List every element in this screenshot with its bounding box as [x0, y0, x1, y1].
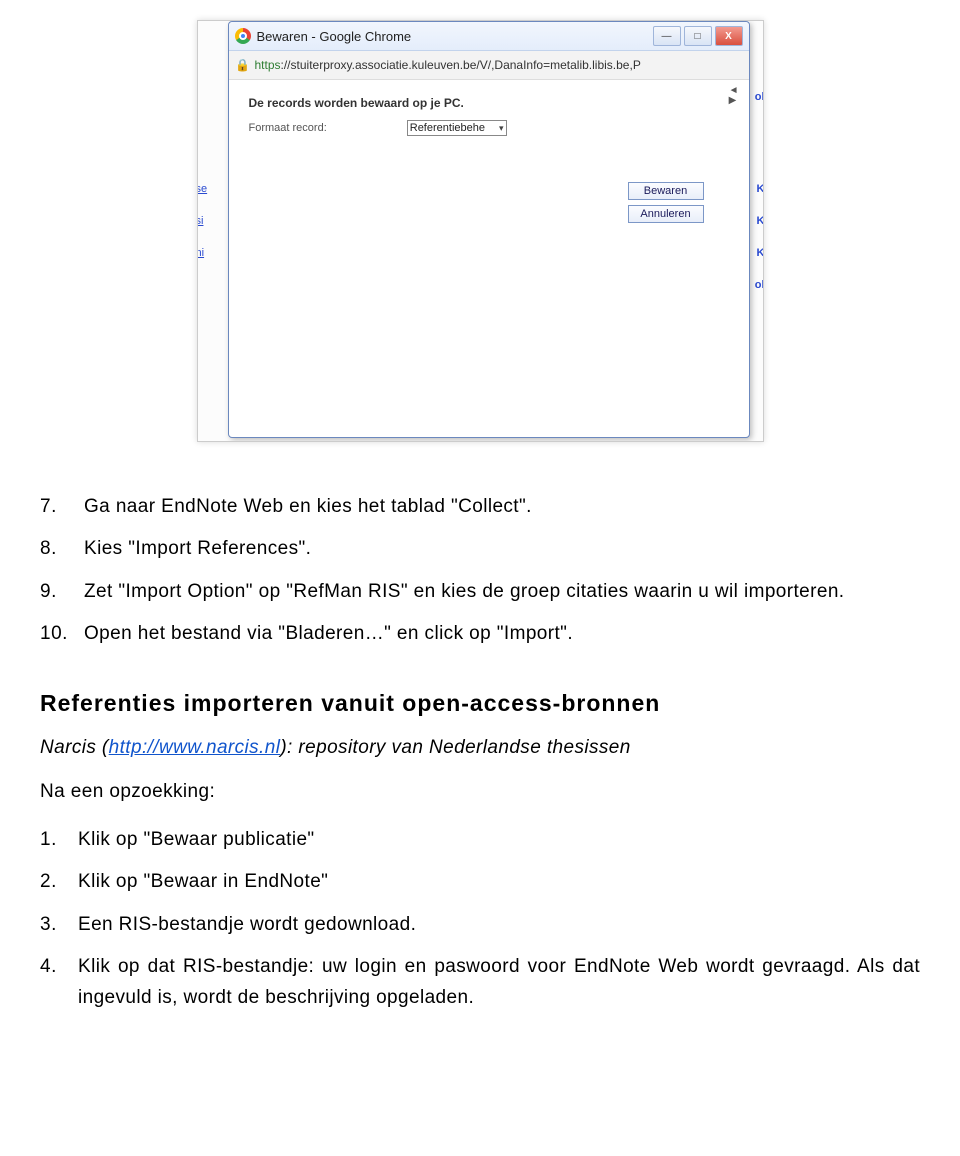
item-text: Zet "Import Option" op "RefMan RIS" en k… [84, 577, 844, 607]
bg-text: si [197, 215, 204, 227]
address-bar[interactable]: 🔒 https://stuiterproxy.associatie.kuleuv… [229, 51, 749, 80]
item-text: Ga naar EndNote Web en kies het tablad "… [84, 492, 532, 522]
item-number: 2. [40, 867, 78, 897]
url-text: https://stuiterproxy.associatie.kuleuven… [255, 58, 641, 72]
item-text: Klik op dat RIS-bestandje: uw login en p… [78, 952, 920, 1013]
item-number: 1. [40, 825, 78, 855]
item-number: 8. [40, 534, 84, 564]
item-text: Kies "Import References". [84, 534, 311, 564]
after-search-label: Na een opzoekking: [40, 777, 920, 807]
bg-text: K [757, 215, 764, 227]
minimize-button[interactable]: — [653, 26, 681, 46]
item-number: 10. [40, 619, 84, 649]
window-title: Bewaren - Google Chrome [257, 29, 653, 44]
bg-text: se [197, 183, 208, 195]
bg-text: K [757, 247, 764, 259]
info-message: De records worden bewaard op je PC. [249, 96, 729, 110]
titlebar: Bewaren - Google Chrome — □ X [229, 22, 749, 51]
embedded-screenshot: ol K K K ol se si ni Bewaren - Google Ch… [197, 20, 764, 442]
item-number: 4. [40, 952, 78, 1013]
item-text: Klik op "Bewaar in EndNote" [78, 867, 328, 897]
bg-text: ol [755, 279, 764, 291]
popup-window: Bewaren - Google Chrome — □ X 🔒 https://… [228, 21, 750, 438]
lock-icon: 🔒 [237, 59, 249, 71]
save-button[interactable]: Bewaren [628, 182, 704, 200]
narcis-line: Narcis (http://www.narcis.nl): repositor… [40, 737, 920, 759]
bg-text: ol [755, 91, 764, 103]
close-button[interactable]: X [715, 26, 743, 46]
item-text: Klik op "Bewaar publicatie" [78, 825, 315, 855]
chevron-down-icon: ▾ [499, 123, 504, 134]
format-label: Formaat record: [249, 122, 327, 134]
bg-text: ni [197, 247, 205, 259]
bg-text: K [757, 183, 764, 195]
item-number: 7. [40, 492, 84, 522]
item-number: 3. [40, 910, 78, 940]
chrome-icon [235, 28, 251, 44]
section-heading: Referenties importeren vanuit open-acces… [40, 690, 920, 717]
instruction-list-2: 1.Klik op "Bewaar publicatie" 2.Klik op … [40, 825, 920, 1013]
item-text: Open het bestand via "Bladeren…" en clic… [84, 619, 573, 649]
item-number: 9. [40, 577, 84, 607]
nav-arrows[interactable]: ◄ ▶ [729, 86, 739, 106]
instruction-list-1: 7.Ga naar EndNote Web en kies het tablad… [40, 492, 920, 650]
maximize-button[interactable]: □ [684, 26, 712, 46]
cancel-button[interactable]: Annuleren [628, 205, 704, 223]
format-select[interactable]: Referentiebehe▾ [407, 120, 507, 136]
narcis-link[interactable]: http://www.narcis.nl [109, 737, 281, 758]
item-text: Een RIS-bestandje wordt gedownload. [78, 910, 416, 940]
nav-right-icon[interactable]: ▶ [729, 96, 739, 106]
